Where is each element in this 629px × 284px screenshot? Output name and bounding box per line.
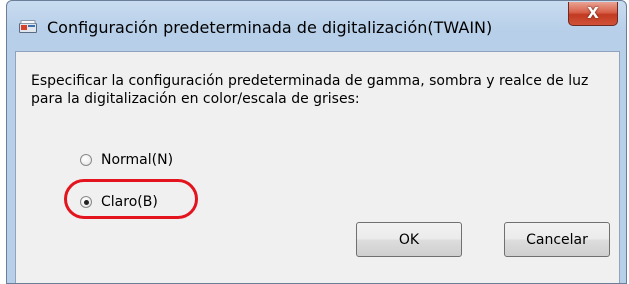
radio-claro-circle[interactable] [80, 196, 92, 208]
ok-button[interactable]: OK [356, 222, 462, 257]
radio-normal-circle[interactable] [80, 154, 92, 166]
window-title: Configuración predeterminada de digitali… [47, 18, 493, 37]
description-text: Especificar la configuración predetermin… [31, 73, 589, 107]
radio-normal-label: Normal(N) [101, 152, 174, 168]
cancel-button[interactable]: Cancelar [504, 222, 610, 257]
dialog-content: Especificar la configuración predetermin… [15, 51, 620, 283]
radio-normal[interactable]: Normal(N) [80, 152, 173, 168]
title-bar[interactable]: Configuración predeterminada de digitali… [7, 1, 626, 51]
radio-claro-label: Claro(B) [101, 194, 158, 210]
scanner-app-icon [19, 20, 37, 33]
close-icon: X [587, 4, 599, 22]
close-button[interactable]: X [568, 2, 618, 26]
dialog-window: Configuración predeterminada de digitali… [6, 0, 627, 284]
radio-claro[interactable]: Claro(B) [80, 194, 158, 210]
